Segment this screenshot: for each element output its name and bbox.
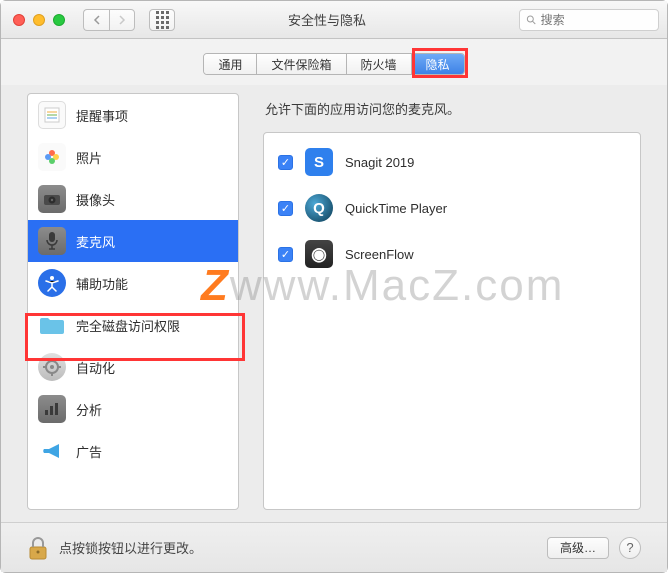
sidebar-item-camera[interactable]: 摄像头: [28, 178, 238, 220]
app-icon-screenflow: ◉: [305, 240, 333, 268]
sidebar-item-label: 分析: [76, 400, 102, 419]
checkbox[interactable]: ✓: [278, 155, 293, 170]
sidebar-item-label: 自动化: [76, 358, 115, 377]
window-title: 安全性与隐私: [143, 10, 511, 29]
close-icon[interactable]: [13, 14, 25, 26]
reminders-icon: [38, 101, 66, 129]
sidebar-item-accessibility[interactable]: 辅助功能: [28, 262, 238, 304]
app-name: QuickTime Player: [345, 201, 447, 216]
privacy-description: 允许下面的应用访问您的麦克风。: [263, 93, 641, 132]
sidebar-item-label: 提醒事项: [76, 106, 128, 125]
app-icon-quicktime: Q: [305, 194, 333, 222]
sidebar-item-label: 摄像头: [76, 190, 115, 209]
privacy-sidebar: 提醒事项 照片 摄像头 麦克风: [27, 93, 239, 510]
app-icon-snagit: S: [305, 148, 333, 176]
sidebar-item-label: 完全磁盘访问权限: [76, 316, 180, 335]
nav-buttons: [83, 9, 135, 31]
search-field[interactable]: [519, 9, 659, 31]
search-input[interactable]: [541, 13, 652, 27]
checkbox[interactable]: ✓: [278, 247, 293, 262]
sidebar-item-label: 照片: [76, 148, 102, 167]
advanced-button[interactable]: 高级…: [547, 537, 609, 559]
sidebar-item-analytics[interactable]: 分析: [28, 388, 238, 430]
photos-icon: [38, 143, 66, 171]
camera-icon: [38, 185, 66, 213]
app-row: ✓ Q QuickTime Player: [264, 185, 640, 231]
tab-general[interactable]: 通用: [204, 54, 257, 74]
accessibility-icon: [38, 269, 66, 297]
checkbox[interactable]: ✓: [278, 201, 293, 216]
maximize-icon[interactable]: [53, 14, 65, 26]
sidebar-item-reminders[interactable]: 提醒事项: [28, 94, 238, 136]
folder-icon: [38, 311, 66, 339]
sidebar-item-ads[interactable]: 广告: [28, 430, 238, 472]
megaphone-icon: [38, 437, 66, 465]
app-name: Snagit 2019: [345, 155, 414, 170]
lock-text: 点按锁按钮以进行更改。: [59, 538, 202, 557]
window-controls: [9, 14, 65, 26]
sidebar-item-label: 麦克风: [76, 232, 115, 251]
footer: 点按锁按钮以进行更改。 高级… ?: [1, 522, 667, 572]
tab-bar: 通用 文件保险箱 防火墙 隐私: [203, 53, 464, 75]
titlebar: 安全性与隐私: [1, 1, 667, 39]
tab-firewall[interactable]: 防火墙: [347, 54, 412, 74]
tab-privacy[interactable]: 隐私: [412, 54, 464, 74]
back-button[interactable]: [83, 9, 109, 31]
sidebar-item-photos[interactable]: 照片: [28, 136, 238, 178]
app-name: ScreenFlow: [345, 247, 414, 262]
lock-icon[interactable]: [27, 535, 49, 561]
gear-icon: [38, 353, 66, 381]
forward-button[interactable]: [109, 9, 135, 31]
app-row: ✓ ◉ ScreenFlow: [264, 231, 640, 277]
sidebar-item-fulldisk[interactable]: 完全磁盘访问权限: [28, 304, 238, 346]
tab-filevault[interactable]: 文件保险箱: [257, 54, 346, 74]
app-row: ✓ S Snagit 2019: [264, 139, 640, 185]
sidebar-item-automation[interactable]: 自动化: [28, 346, 238, 388]
sidebar-item-label: 广告: [76, 442, 102, 461]
minimize-icon[interactable]: [33, 14, 45, 26]
sidebar-item-label: 辅助功能: [76, 274, 128, 293]
analytics-icon: [38, 395, 66, 423]
help-button[interactable]: ?: [619, 537, 641, 559]
sidebar-item-microphone[interactable]: 麦克风: [28, 220, 238, 262]
microphone-icon: [38, 227, 66, 255]
app-list: ✓ S Snagit 2019 ✓ Q QuickTime Player ✓ ◉…: [263, 132, 641, 510]
search-icon: [526, 14, 537, 26]
